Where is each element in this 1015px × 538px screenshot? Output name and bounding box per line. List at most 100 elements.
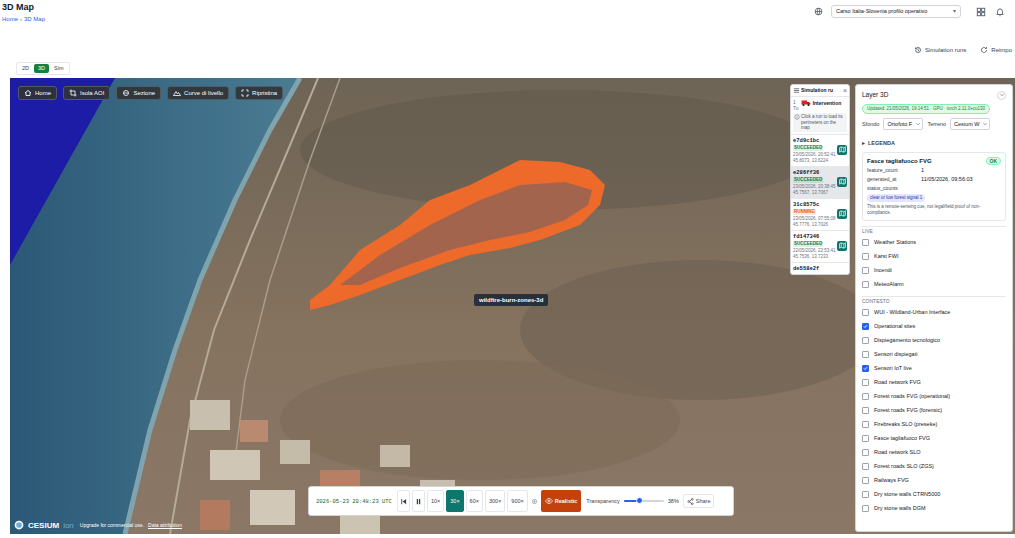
profile-select[interactable]: Carso Italia-Slovenia profilo operativo▾ — [831, 5, 961, 18]
view-tab[interactable]: Sim — [50, 64, 67, 73]
speed-button[interactable]: 60× — [466, 490, 483, 512]
background-select[interactable]: Ortofoto F — [883, 118, 923, 130]
layer-toggle[interactable]: Operational sites — [862, 319, 1006, 333]
layer-checkbox[interactable] — [862, 463, 869, 470]
layer-toggle[interactable]: Weather Stations — [862, 235, 1006, 249]
layer-checkbox[interactable] — [862, 435, 869, 442]
run-time: 22/05/2026, 22:53:41 — [793, 248, 836, 254]
layer-checkbox[interactable] — [862, 351, 869, 358]
run-card[interactable]: e286ff36SUCCEEDED23/05/2026, 20:38:4545.… — [791, 166, 849, 198]
layer-toggle[interactable]: Forest roads FVG (operational) — [862, 389, 1006, 403]
layer-checkbox[interactable] — [862, 337, 869, 344]
layer-toggle[interactable]: Sensori IoT live — [862, 361, 1006, 375]
layer-toggle[interactable]: Forest roads FVG (forensic) — [862, 403, 1006, 417]
apps-grid-icon[interactable] — [975, 6, 986, 17]
map-tool-label: Home — [35, 89, 51, 97]
layer-checkbox[interactable] — [862, 323, 869, 330]
layer-checkbox[interactable] — [862, 505, 869, 512]
layer-checkbox[interactable] — [862, 379, 869, 386]
layer-checkbox[interactable] — [862, 309, 869, 316]
layer-toggle[interactable]: Railways FVG — [862, 473, 1006, 487]
layer-toggle[interactable]: Karst FWI — [862, 249, 1006, 263]
layer-label: WUI - Wildland-Urban Interface — [874, 309, 950, 316]
layer-panel: Layer 3DUpdated: 21/05/2026, 19:14:51 · … — [855, 84, 1013, 532]
cesium-notice[interactable]: Upgrade for commercial use. — [80, 522, 144, 528]
layer-checkbox[interactable] — [862, 421, 869, 428]
layer-toggle[interactable]: Dry stone walls CTRN5000 — [862, 487, 1006, 501]
map-toolbar: Home Isola AOI Sezione Curve di livello Ripr… — [18, 86, 283, 100]
transparency-thumb[interactable] — [636, 497, 643, 504]
speed-button[interactable]: 10× — [427, 490, 444, 512]
map-tool-button[interactable]: Curve di livello — [167, 86, 229, 100]
run-card[interactable]: e7d9c1bcSUCCEEDED23/05/2026, 20:52:4145.… — [791, 134, 849, 166]
layer-toggle[interactable]: Road network FVG — [862, 375, 1006, 389]
data-attribution-link[interactable]: Data attribution — [148, 522, 182, 528]
chevron-icon — [999, 92, 1005, 98]
layer-checkbox[interactable] — [862, 449, 869, 456]
load-run-button[interactable] — [837, 177, 847, 187]
map-tool-button[interactable]: Home — [18, 86, 57, 100]
layer-toggle[interactable]: Incendi — [862, 263, 1006, 277]
eye-icon — [545, 497, 553, 505]
run-card[interactable]: fd147346SUCCEEDED22/05/2026, 22:53:4145.… — [791, 230, 849, 262]
run-id: fd147346 — [793, 233, 836, 240]
map-tool-button[interactable]: Sezione — [116, 86, 161, 100]
intervention-counter: 1Tu — [793, 99, 799, 111]
step-back-button[interactable] — [397, 490, 410, 512]
cesium-ion: ion — [63, 521, 74, 530]
run-card[interactable]: de558e2f — [791, 262, 849, 274]
realistic-mode-button[interactable]: Realistic — [541, 490, 582, 512]
transparency-slider[interactable] — [624, 500, 664, 502]
map-tool-button[interactable]: Ripristina — [235, 86, 283, 100]
layer-toggle[interactable]: Road network SLO — [862, 445, 1006, 459]
speed-button[interactable]: 900× — [507, 490, 527, 512]
layer-toggle[interactable]: Firebreaks SLO (preseke) — [862, 417, 1006, 431]
intervention-label-row[interactable]: Intervention — [801, 99, 842, 107]
layer-toggle[interactable]: Sensori dispiegati — [862, 347, 1006, 361]
base-selectors: SfondoOrtofoto FTerrenoCesium W — [862, 117, 1006, 131]
close-button[interactable]: × — [843, 87, 847, 94]
layer-checkbox[interactable] — [862, 393, 869, 400]
map-tool-button[interactable]: Isola AOI — [63, 86, 110, 100]
view-tab[interactable]: 2D — [18, 64, 33, 73]
layer-checkbox[interactable] — [862, 281, 869, 288]
globe-icon[interactable] — [813, 7, 823, 17]
layer-checkbox[interactable] — [862, 491, 869, 498]
layer-checkbox[interactable] — [862, 407, 869, 414]
view-tab[interactable]: 3D — [34, 64, 49, 73]
pause-button[interactable] — [412, 490, 425, 512]
terrain-label: Terreno — [927, 121, 946, 128]
action-button[interactable]: Reimpo — [980, 46, 1012, 54]
bell-icon[interactable] — [994, 6, 1005, 17]
map-viewer[interactable]: Home Isola AOI Sezione Curve di livello Ripr… — [10, 78, 1015, 534]
layer-checkbox[interactable] — [862, 239, 869, 246]
layer-toggle[interactable]: WUI - Wildland-Urban Interface — [862, 305, 1006, 319]
breadcrumb-home[interactable]: Home — [2, 15, 18, 23]
share-button[interactable]: Share — [683, 494, 715, 508]
collapse-button[interactable] — [997, 91, 1006, 100]
layer-toggle[interactable]: MeteoAlarm — [862, 277, 1006, 291]
run-card[interactable]: 31c8575cRUNNING23/05/2026, 07:55:0845.77… — [791, 198, 849, 230]
layer-checkbox[interactable] — [862, 253, 869, 260]
layer-checkbox[interactable] — [862, 267, 869, 274]
tab-prefix[interactable]: Tu — [793, 105, 799, 111]
layer-toggle[interactable]: Forest roads SLO (ZGS) — [862, 459, 1006, 473]
layer-toggle[interactable]: Dry stone walls DGM — [862, 501, 1006, 515]
layer-panel-header: Layer 3D — [862, 89, 1006, 101]
layer-toggle[interactable]: Dispiegamento tecnologico — [862, 333, 1006, 347]
legend-toggle[interactable]: ▸LEGENDA — [862, 137, 1006, 149]
layer-checkbox[interactable] — [862, 365, 869, 372]
action-button[interactable]: Simulation runs — [914, 46, 966, 54]
layer-toggle[interactable]: Fasce tagliafuoco FVG — [862, 431, 1006, 445]
field-value: 1 — [921, 167, 924, 174]
field-value: 11/05/2026, 09:56:03 — [921, 176, 973, 183]
speed-button[interactable]: 30× — [446, 490, 463, 512]
load-run-button[interactable] — [837, 145, 847, 155]
load-run-button[interactable] — [837, 241, 847, 251]
layer-label: Karst FWI — [874, 253, 898, 260]
terrain-select[interactable]: Cesium W — [950, 118, 990, 130]
target-icon[interactable] — [530, 497, 539, 506]
speed-button[interactable]: 300× — [485, 490, 505, 512]
layer-checkbox[interactable] — [862, 477, 869, 484]
load-run-button[interactable] — [837, 209, 847, 219]
